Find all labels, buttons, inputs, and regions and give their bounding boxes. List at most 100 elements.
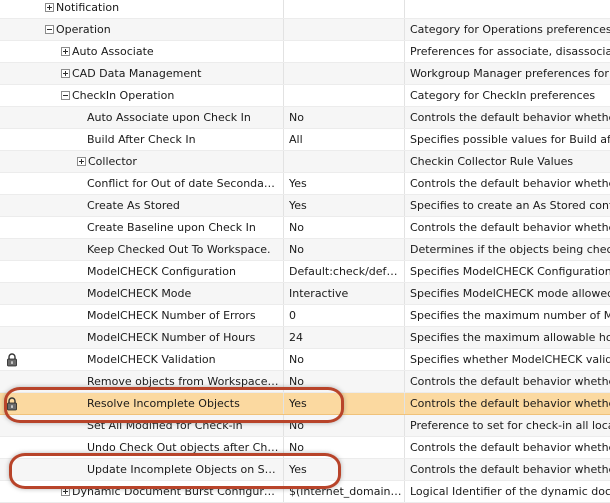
pref-row-modelcheck-mode[interactable]: ModelCHECK Mode Interactive Specifies Mode… xyxy=(0,283,610,305)
pref-value[interactable] xyxy=(289,19,405,40)
pref-name: Conflict for Out of date Secondary c... xyxy=(87,177,279,190)
pref-row-notification[interactable]: Notification xyxy=(0,0,610,19)
pref-row-modelcheck-number-of-errors[interactable]: ModelCHECK Number of Errors 0 Specifies th… xyxy=(0,305,610,327)
pref-row-resolve-incomplete-objects[interactable]: Resolve Incomplete Objects Yes Controls th… xyxy=(0,393,610,415)
pref-description: Specifies to create an As Stored configu xyxy=(410,199,610,212)
pref-name-cell: Update Incomplete Objects on Server xyxy=(0,459,284,480)
pref-row-auto-associate-upon-check-in[interactable]: Auto Associate upon Check In No Controls t… xyxy=(0,107,610,129)
pref-description: Specifies the maximum allowable hours xyxy=(410,331,610,344)
pref-name-cell: Remove objects from Workspace afte... xyxy=(0,371,284,392)
pref-value[interactable]: Yes xyxy=(289,173,405,194)
pref-description: Determines if the objects being checked xyxy=(410,243,610,256)
pref-value[interactable]: No xyxy=(289,437,405,458)
pref-row-cad-data-management[interactable]: CAD Data Management Workgroup Manager pre… xyxy=(0,63,610,85)
pref-row-keep-checked-out-to-workspace[interactable]: Keep Checked Out To Workspace. No Determin… xyxy=(0,239,610,261)
padlock-icon xyxy=(7,397,17,411)
plus-box-icon[interactable] xyxy=(77,157,86,166)
pref-name-cell: CheckIn Operation xyxy=(0,85,284,106)
pref-name: Operation xyxy=(56,23,111,36)
pref-name-cell: Auto Associate xyxy=(0,41,284,62)
pref-row-build-after-check-in[interactable]: Build After Check In All Specifies possibl… xyxy=(0,129,610,151)
pref-value[interactable] xyxy=(289,63,405,84)
pref-row-undo-check-out-objects-after-check[interactable]: Undo Check Out objects after Check... No C… xyxy=(0,437,610,459)
pref-name-cell: Collector xyxy=(0,151,284,172)
pref-value[interactable]: No xyxy=(289,239,405,260)
pref-description: Checkin Collector Rule Values xyxy=(410,155,574,168)
pref-value[interactable]: No xyxy=(289,107,405,128)
pref-value[interactable]: No xyxy=(289,217,405,238)
pref-name: Remove objects from Workspace afte... xyxy=(87,375,279,388)
pref-row-modelcheck-validation[interactable]: ModelCHECK Validation No Specifies whether… xyxy=(0,349,610,371)
pref-value[interactable] xyxy=(289,85,405,106)
pref-name-cell: ModelCHECK Configuration xyxy=(0,261,284,282)
pref-name: Collector xyxy=(88,155,137,168)
pref-value[interactable]: Yes xyxy=(289,195,405,216)
pref-value[interactable]: Interactive xyxy=(289,283,405,304)
pref-row-checkin-operation[interactable]: CheckIn Operation Category for CheckIn pr… xyxy=(0,85,610,107)
pref-value[interactable]: 24 xyxy=(289,327,405,348)
pref-value[interactable]: 0 xyxy=(289,305,405,326)
pref-name: Keep Checked Out To Workspace. xyxy=(87,243,271,256)
pref-description: Specifies ModelCHECK mode allowed fo xyxy=(410,287,610,300)
pref-value[interactable]: Default:check/defaul... xyxy=(289,261,405,282)
pref-description: Controls the default behavior whether xyxy=(410,221,610,234)
pref-row-remove-objects-from-workspace-afte[interactable]: Remove objects from Workspace afte... No C… xyxy=(0,371,610,393)
pref-description: Controls the default behavior whether xyxy=(410,111,610,124)
pref-name: Create Baseline upon Check In xyxy=(87,221,256,234)
plus-box-icon[interactable] xyxy=(45,3,54,12)
minus-box-icon[interactable] xyxy=(61,91,70,100)
pref-row-auto-associate[interactable]: Auto Associate Preferences for associate,… xyxy=(0,41,610,63)
pref-value[interactable] xyxy=(289,41,405,62)
plus-box-icon[interactable] xyxy=(61,47,70,56)
preferences-tree-table: Notification Operation Category for Operat… xyxy=(0,0,610,503)
pref-name-cell: Create As Stored xyxy=(0,195,284,216)
pref-description: Specifies ModelCHECK Configuration fi xyxy=(410,265,610,278)
pref-name-cell: Undo Check Out objects after Check... xyxy=(0,437,284,458)
pref-name-cell: Conflict for Out of date Secondary c... xyxy=(0,173,284,194)
pref-name: Build After Check In xyxy=(87,133,196,146)
pref-name-cell: Operation xyxy=(0,19,284,40)
padlock-icon xyxy=(7,353,17,367)
pref-description: Specifies possible values for Build afte… xyxy=(410,133,610,146)
pref-name-cell: Create Baseline upon Check In xyxy=(0,217,284,238)
pref-value[interactable] xyxy=(289,151,405,172)
pref-description: Specifies whether ModelCHECK validatio xyxy=(410,353,610,366)
pref-name: ModelCHECK Configuration xyxy=(87,265,236,278)
pref-name-cell: Notification xyxy=(0,0,284,18)
pref-row-operation[interactable]: Operation Category for Operations prefere… xyxy=(0,19,610,41)
plus-box-icon[interactable] xyxy=(61,69,70,78)
pref-description: Preferences for associate, disassociate … xyxy=(410,45,610,58)
pref-name: CheckIn Operation xyxy=(72,89,175,102)
pref-row-update-incomplete-objects-on-server[interactable]: Update Incomplete Objects on Server Yes Co… xyxy=(0,459,610,481)
pref-description: Workgroup Manager preferences for th xyxy=(410,67,610,80)
minus-box-icon[interactable] xyxy=(45,25,54,34)
pref-name-cell: Build After Check In xyxy=(0,129,284,150)
pref-description: Controls the default behavior whether xyxy=(410,375,610,388)
pref-name: Notification xyxy=(56,1,120,14)
pref-row-collector[interactable]: Collector Checkin Collector Rule Values xyxy=(0,151,610,173)
pref-value[interactable]: Yes xyxy=(289,393,405,414)
pref-row-create-baseline-upon-check-in[interactable]: Create Baseline upon Check In No Controls … xyxy=(0,217,610,239)
pref-row-modelcheck-configuration[interactable]: ModelCHECK Configuration Default:check/de… xyxy=(0,261,610,283)
pref-name-cell: CAD Data Management xyxy=(0,63,284,84)
pref-value[interactable]: No xyxy=(289,349,405,370)
pref-description xyxy=(410,0,610,18)
pref-name: CAD Data Management xyxy=(72,67,202,80)
pref-row-create-as-stored[interactable]: Create As Stored Yes Specifies to create a… xyxy=(0,195,610,217)
pref-value[interactable]: No xyxy=(289,415,405,436)
pref-value[interactable]: $(internet_domain_n... xyxy=(289,481,405,502)
pref-value[interactable]: Yes xyxy=(289,459,405,480)
pref-value[interactable] xyxy=(289,0,405,18)
pref-name: ModelCHECK Number of Hours xyxy=(87,331,256,344)
pref-value[interactable]: All xyxy=(289,129,405,150)
pref-name: Create As Stored xyxy=(87,199,180,212)
pref-row-conflict-for-out-of-date-secondary-c[interactable]: Conflict for Out of date Secondary c... Y… xyxy=(0,173,610,195)
pref-row-modelcheck-number-of-hours[interactable]: ModelCHECK Number of Hours 24 Specifies th… xyxy=(0,327,610,349)
pref-value[interactable]: No xyxy=(289,371,405,392)
pref-name-cell: Set All Modified for Check-in xyxy=(0,415,284,436)
pref-row-set-all-modified-for-check-in[interactable]: Set All Modified for Check-in No Preferenc… xyxy=(0,415,610,437)
plus-box-icon[interactable] xyxy=(61,487,70,496)
pref-row-dynamic-document-burst-configuration[interactable]: Dynamic Document Burst Configuration... $… xyxy=(0,481,610,503)
pref-name: Undo Check Out objects after Check... xyxy=(87,441,279,454)
pref-name-cell: ModelCHECK Validation xyxy=(0,349,284,370)
